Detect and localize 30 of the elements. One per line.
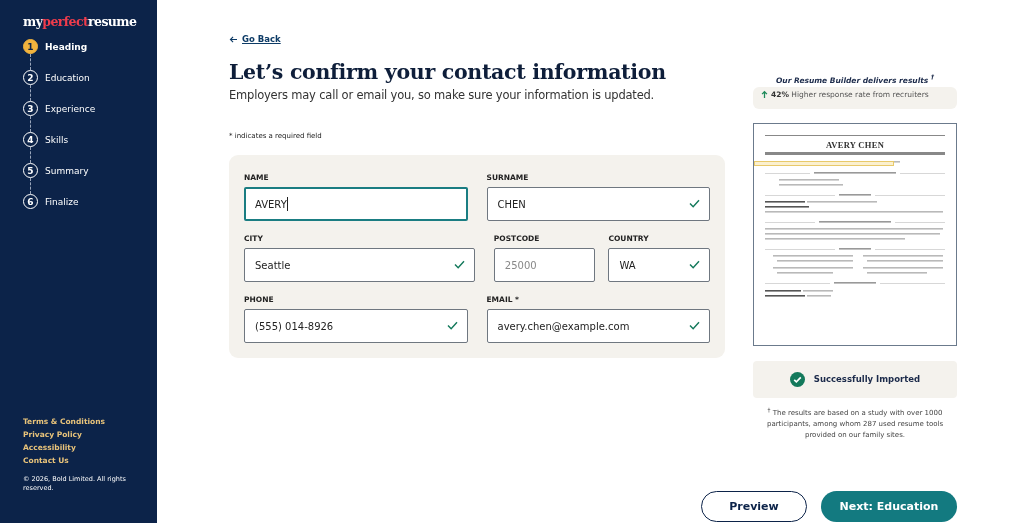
check-icon <box>446 321 458 330</box>
input-field[interactable]: WA <box>608 248 710 282</box>
preview-button[interactable]: Preview <box>701 491 807 522</box>
input-field[interactable]: (555) 014-8926 <box>244 309 468 343</box>
input-field[interactable]: Seattle <box>244 248 475 282</box>
check-circle-icon <box>789 371 805 387</box>
page-title: Let’s confirm your contact information <box>229 60 666 84</box>
import-status-text: Successfully Imported <box>813 374 921 384</box>
go-back-link[interactable]: Go Back <box>229 34 281 44</box>
input-field[interactable]: AVERY <box>244 187 468 221</box>
step-item[interactable]: 1 Heading <box>23 39 96 54</box>
input-field[interactable]: CHEN <box>486 187 710 221</box>
check-icon <box>689 199 700 208</box>
step-item[interactable]: 4 Skills <box>23 132 96 147</box>
step-item[interactable]: 3 Experience <box>23 101 96 116</box>
page-subtitle: Employers may call or email you, so make sure your information is updated. <box>229 88 655 102</box>
input-field[interactable]: 25000 <box>493 248 596 282</box>
step-item[interactable]: 6 Finalize <box>23 194 96 209</box>
check-icon <box>689 321 700 330</box>
logo[interactable]: myperfectresume <box>23 14 137 29</box>
check-icon <box>689 260 700 269</box>
arrow-up-icon <box>761 89 768 99</box>
step-item[interactable]: 2 Education <box>23 70 96 85</box>
resume-preview[interactable]: AVERY CHEN <box>753 122 957 346</box>
step-item[interactable]: 5 Summary <box>23 163 96 178</box>
input-field[interactable]: avery.chen@example.com <box>486 309 710 343</box>
resume-name: AVERY CHEN <box>825 139 885 150</box>
check-icon <box>453 260 465 269</box>
next-button[interactable]: Next: Education <box>821 491 957 522</box>
arrow-left-icon <box>229 35 238 43</box>
